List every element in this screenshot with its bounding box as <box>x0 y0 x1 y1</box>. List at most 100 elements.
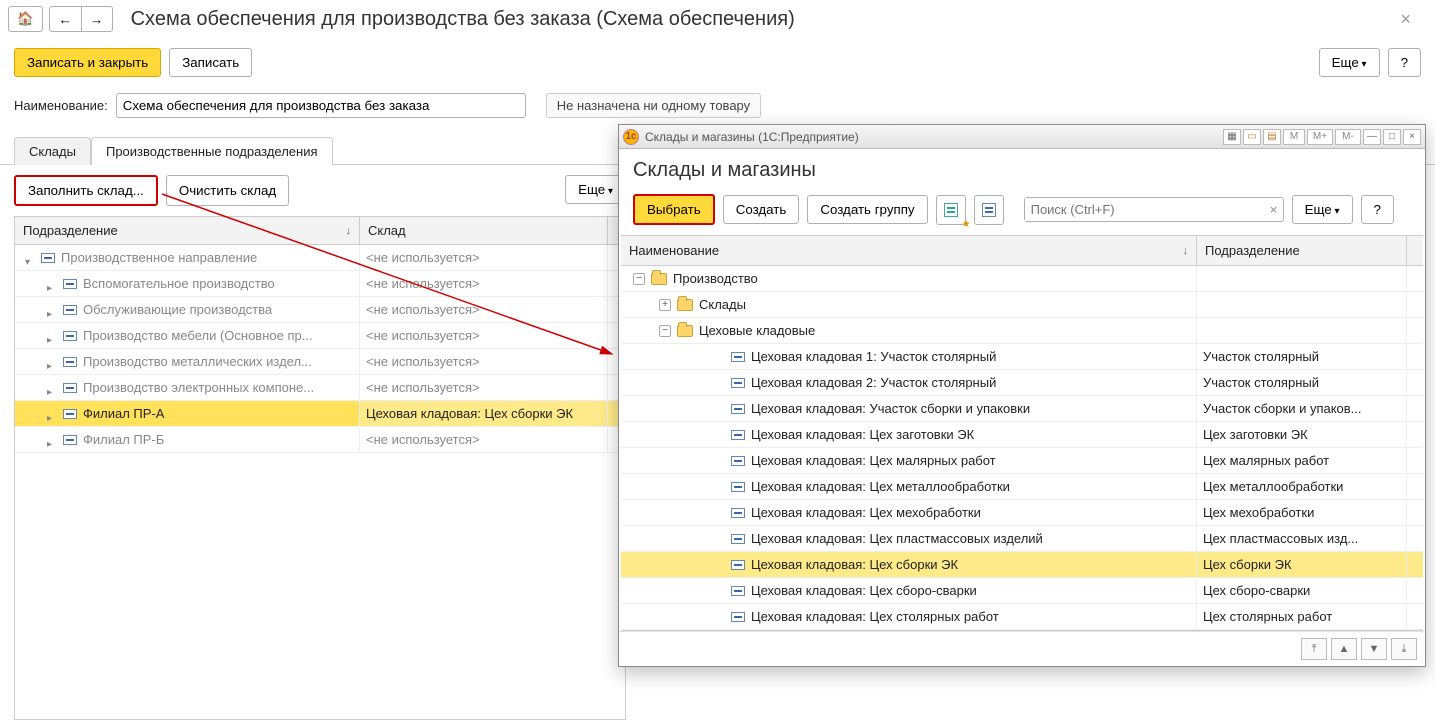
select-button[interactable]: Выбрать <box>633 194 715 225</box>
tb-mminus-button[interactable]: M- <box>1335 129 1361 145</box>
fill-warehouse-button[interactable]: Заполнить склад... <box>14 175 158 206</box>
row-value: Цех металлообработки <box>1203 479 1343 494</box>
table-row[interactable]: Цеховая кладовая: Цех заготовки ЭКЦех за… <box>621 422 1423 448</box>
table-row[interactable]: Производственное направление<не использу… <box>15 245 625 271</box>
chevron-right-icon[interactable] <box>47 331 57 341</box>
tab-departments[interactable]: Производственные подразделения <box>91 137 333 165</box>
table-row[interactable]: + Склады <box>621 292 1423 318</box>
scroll-up-icon[interactable]: ▲ <box>1331 638 1357 660</box>
row-label: Обслуживающие производства <box>83 302 272 317</box>
list-toggle-icon[interactable] <box>974 195 1004 225</box>
clear-warehouse-button[interactable]: Очистить склад <box>166 175 289 206</box>
sort-arrow-icon: ↓ <box>346 225 352 237</box>
row-value: <не используется> <box>366 250 480 265</box>
chevron-right-icon[interactable] <box>47 279 57 289</box>
table-row[interactable]: − Цеховые кладовые <box>621 318 1423 344</box>
table-row[interactable]: Филиал ПР-АЦеховая кладовая: Цех сборки … <box>15 401 625 427</box>
table-row[interactable]: Филиал ПР-Б<не используется> <box>15 427 625 453</box>
table-row[interactable]: Цеховая кладовая: Цех мехобработкиЦех ме… <box>621 500 1423 526</box>
row-value: <не используется> <box>366 302 480 317</box>
maximize-icon[interactable]: □ <box>1383 129 1401 145</box>
table-row[interactable]: Цеховая кладовая: Цех сборки ЭКЦех сборк… <box>621 552 1423 578</box>
table-row[interactable]: Производство электронных компоне...<не и… <box>15 375 625 401</box>
close-icon[interactable]: × <box>1400 9 1411 30</box>
dialog-close-icon[interactable]: × <box>1403 129 1421 145</box>
forward-button[interactable]: → <box>81 6 113 32</box>
chevron-right-icon[interactable] <box>47 305 57 315</box>
folder-icon <box>651 273 667 285</box>
name-field[interactable] <box>116 93 526 118</box>
dialog-help-button[interactable]: ? <box>1361 195 1394 224</box>
row-value: Цех мехобработки <box>1203 505 1314 520</box>
table-row[interactable]: Цеховая кладовая: Участок сборки и упако… <box>621 396 1423 422</box>
row-value: <не используется> <box>366 432 480 447</box>
tb-icon-grid[interactable]: ▦ <box>1223 129 1241 145</box>
row-label: Цеховая кладовая 2: Участок столярный <box>751 375 996 390</box>
assignment-note: Не назначена ни одному товару <box>546 93 761 118</box>
collapse-icon[interactable]: − <box>633 273 645 285</box>
chevron-right-icon[interactable] <box>47 383 57 393</box>
table-row[interactable]: Цеховая кладовая: Цех малярных работЦех … <box>621 448 1423 474</box>
collapse-icon[interactable]: − <box>659 325 671 337</box>
dialog-more-button[interactable]: Еще <box>1292 195 1353 224</box>
row-label: Цеховые кладовые <box>699 323 815 338</box>
chevron-right-icon[interactable] <box>47 435 57 445</box>
table-row[interactable]: −Производство <box>621 266 1423 292</box>
create-item-icon[interactable]: ★ <box>936 195 966 225</box>
table-row[interactable]: Цеховая кладовая: Цех столярных работЦех… <box>621 604 1423 630</box>
scroll-bottom-icon[interactable]: ⤓ <box>1391 638 1417 660</box>
tab-warehouses[interactable]: Склады <box>14 137 91 165</box>
minus-icon <box>63 409 77 419</box>
row-value: Цеховая кладовая: Цех сборки ЭК <box>366 406 573 421</box>
name-label: Наименование: <box>14 98 108 113</box>
tb-mplus-button[interactable]: M+ <box>1307 129 1333 145</box>
tb-icon-calc[interactable]: ▭ <box>1243 129 1261 145</box>
col-department[interactable]: Подразделение ↓ <box>15 217 360 244</box>
dcol-department[interactable]: Подразделение <box>1197 236 1407 265</box>
table-row[interactable]: Цеховая кладовая 2: Участок столярныйУча… <box>621 370 1423 396</box>
table-row[interactable]: Цеховая кладовая: Цех пластмассовых изде… <box>621 526 1423 552</box>
minus-icon <box>63 357 77 367</box>
row-label: Склады <box>699 297 746 312</box>
table-row[interactable]: Цеховая кладовая 1: Участок столярныйУча… <box>621 344 1423 370</box>
chevron-right-icon[interactable] <box>47 409 57 419</box>
scroll-top-icon[interactable]: ⤒ <box>1301 638 1327 660</box>
table-row[interactable]: Цеховая кладовая: Цех сборо-сваркиЦех сб… <box>621 578 1423 604</box>
chevron-right-icon[interactable] <box>47 357 57 367</box>
row-value: Цех сборки ЭК <box>1203 557 1292 572</box>
clear-search-icon[interactable]: × <box>1265 202 1283 217</box>
minimize-icon[interactable]: — <box>1363 129 1381 145</box>
row-label: Цеховая кладовая: Участок сборки и упако… <box>751 401 1030 416</box>
row-value: <не используется> <box>366 328 480 343</box>
minus-icon <box>63 331 77 341</box>
table-row[interactable]: Производство мебели (Основное пр...<не и… <box>15 323 625 349</box>
table-row[interactable]: Цеховая кладовая: Цех металлообработки Це… <box>621 474 1423 500</box>
back-button[interactable]: ← <box>49 6 81 32</box>
help-button[interactable]: ? <box>1388 48 1421 77</box>
dialog-window-title: Склады и магазины (1С:Предприятие) <box>645 130 859 144</box>
create-group-button[interactable]: Создать группу <box>807 195 927 224</box>
row-label: Цеховая кладовая: Цех пластмассовых изде… <box>751 531 1043 546</box>
col-warehouse[interactable]: Склад <box>360 217 608 244</box>
folder-icon <box>677 325 693 337</box>
sub-more-button[interactable]: Еще <box>565 175 626 204</box>
table-row[interactable]: Обслуживающие производства <не использует… <box>15 297 625 323</box>
table-row[interactable]: Производство металлических издел...<не и… <box>15 349 625 375</box>
home-button[interactable]: 🏠 <box>8 6 43 32</box>
save-close-button[interactable]: Записать и закрыть <box>14 48 161 77</box>
search-input[interactable]: × <box>1024 197 1284 222</box>
expand-icon[interactable]: + <box>659 299 671 311</box>
table-row[interactable]: Вспомогательное производство<не использу… <box>15 271 625 297</box>
create-button[interactable]: Создать <box>723 195 800 224</box>
row-label: Цеховая кладовая: Цех металлообработки <box>751 479 1010 494</box>
save-button[interactable]: Записать <box>169 48 252 77</box>
chevron-down-icon[interactable] <box>25 253 35 263</box>
scroll-down-icon[interactable]: ▼ <box>1361 638 1387 660</box>
dcol-name[interactable]: Наименование ↓ <box>621 236 1197 265</box>
tb-m-button[interactable]: M <box>1283 129 1305 145</box>
minus-icon <box>731 378 745 388</box>
tb-icon-calendar[interactable]: ▤ <box>1263 129 1281 145</box>
row-value: Цех столярных работ <box>1203 609 1332 624</box>
minus-icon <box>731 430 745 440</box>
more-button[interactable]: Еще <box>1319 48 1380 77</box>
